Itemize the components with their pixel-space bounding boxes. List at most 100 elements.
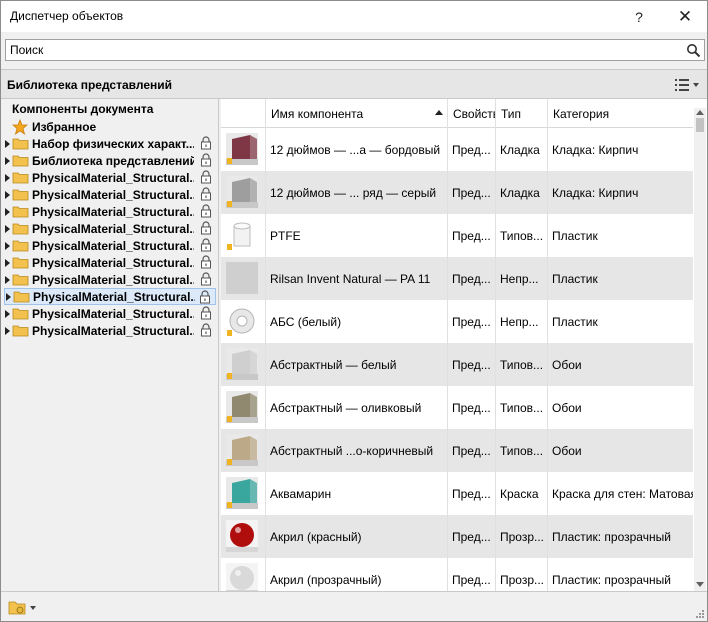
table-row[interactable]: Абстрактный — белый Пред... Типов... Обои bbox=[221, 343, 693, 386]
properties-cell: Пред... bbox=[448, 300, 496, 343]
material-thumbnail-icon bbox=[226, 262, 258, 294]
resize-grip-icon[interactable] bbox=[695, 609, 705, 619]
table-row[interactable]: 12 дюймов — ... ряд — серый Пред... Кладка… bbox=[221, 171, 693, 214]
thumbnail-cell bbox=[221, 558, 266, 591]
thumbnail-cell bbox=[221, 257, 266, 300]
library-tree: Компоненты документа Избранное Набор физ… bbox=[1, 99, 219, 591]
search-icon[interactable] bbox=[686, 43, 701, 58]
tree-item[interactable]: PhysicalMaterial_Structural... bbox=[4, 169, 216, 186]
folder-icon bbox=[12, 155, 29, 167]
expand-arrow-icon[interactable] bbox=[5, 190, 10, 199]
expand-arrow-icon[interactable] bbox=[5, 275, 10, 284]
material-thumbnail-icon bbox=[226, 305, 258, 337]
folder-icon bbox=[12, 189, 29, 201]
close-button[interactable]: ✕ bbox=[663, 1, 707, 32]
tree-root-document-components[interactable]: Компоненты документа bbox=[12, 102, 153, 116]
lock-icon bbox=[201, 221, 211, 235]
column-header-name-label: Имя компонента bbox=[271, 107, 364, 121]
expand-arrow-icon[interactable] bbox=[5, 156, 10, 165]
tree-item[interactable]: PhysicalMaterial_Structural... bbox=[4, 271, 216, 288]
column-header-properties[interactable]: Свойств bbox=[448, 99, 496, 128]
name-cell: Абстрактный ...о-коричневый bbox=[266, 429, 448, 472]
column-header-category[interactable]: Категория bbox=[548, 99, 693, 128]
scroll-up-icon[interactable] bbox=[696, 110, 704, 115]
properties-cell: Пред... bbox=[448, 171, 496, 214]
table-row[interactable]: Аквамарин Пред... Краска Краска для стен: М… bbox=[221, 472, 693, 515]
tree-item[interactable]: PhysicalMaterial_Structural... bbox=[4, 288, 216, 305]
table-row[interactable]: Rilsan Invent Natural — PA 11 Пред... Непр… bbox=[221, 257, 693, 300]
properties-cell: Пред... bbox=[448, 214, 496, 257]
tree-item[interactable]: PhysicalMaterial_Structural... bbox=[4, 305, 216, 322]
tree-item-label: PhysicalMaterial_Structural... bbox=[32, 204, 194, 219]
name-cell: Акрил (красный) bbox=[266, 515, 448, 558]
scroll-down-icon[interactable] bbox=[696, 582, 704, 587]
table-row[interactable]: Акрил (прозрачный) Пред... Прозр... Пластик… bbox=[221, 558, 693, 591]
type-cell: Краска bbox=[496, 472, 548, 515]
vertical-scrollbar[interactable] bbox=[694, 108, 706, 591]
help-button[interactable]: ? bbox=[617, 1, 661, 32]
thumbnail-cell bbox=[221, 429, 266, 472]
tree-item-label: PhysicalMaterial_Structural... bbox=[32, 255, 194, 270]
expand-arrow-icon[interactable] bbox=[5, 309, 10, 318]
material-thumbnail-icon bbox=[226, 563, 258, 591]
expand-arrow-icon[interactable] bbox=[5, 241, 10, 250]
table-row[interactable]: Абстрактный — оливковый Пред... Типов... Об… bbox=[221, 386, 693, 429]
name-cell: Абстрактный — оливковый bbox=[266, 386, 448, 429]
category-cell: Пластик bbox=[552, 314, 598, 329]
category-cell: Обои bbox=[552, 357, 582, 372]
material-thumbnail-icon bbox=[226, 391, 258, 423]
search-input[interactable] bbox=[6, 40, 676, 60]
library-options-icon[interactable] bbox=[7, 598, 37, 616]
title-bar: Диспетчер объектов ? ✕ bbox=[1, 1, 707, 32]
view-options-icon[interactable] bbox=[673, 77, 701, 93]
thumbnail-cell bbox=[221, 300, 266, 343]
scroll-thumb[interactable] bbox=[696, 118, 704, 132]
search-box bbox=[5, 39, 705, 61]
material-thumbnail-icon bbox=[226, 176, 258, 208]
folder-icon bbox=[12, 308, 29, 320]
name-cell: PTFE bbox=[266, 214, 448, 257]
tree-item[interactable]: Набор физических характ... bbox=[4, 135, 216, 152]
expand-arrow-icon[interactable] bbox=[5, 173, 10, 182]
star-icon bbox=[12, 118, 28, 135]
table-row[interactable]: 12 дюймов — ...а — бордовый Пред... Кладка… bbox=[221, 128, 693, 171]
tree-item[interactable]: Библиотека представлений bbox=[4, 152, 216, 169]
thumbnail-cell bbox=[221, 386, 266, 429]
column-header-thumbnail[interactable] bbox=[221, 99, 266, 128]
properties-cell: Пред... bbox=[448, 128, 496, 171]
tree-item-label: PhysicalMaterial_Structural... bbox=[32, 170, 194, 185]
lock-icon bbox=[201, 323, 211, 337]
expand-arrow-icon[interactable] bbox=[6, 292, 11, 301]
category-cell: Кладка: Кирпич bbox=[552, 142, 639, 157]
expand-arrow-icon[interactable] bbox=[5, 224, 10, 233]
tree-item[interactable]: PhysicalMaterial_Structural... bbox=[4, 220, 216, 237]
expand-arrow-icon[interactable] bbox=[5, 139, 10, 148]
table-row[interactable]: Акрил (красный) Пред... Прозр... Пластик: п… bbox=[221, 515, 693, 558]
material-thumbnail-icon bbox=[226, 348, 258, 380]
lock-icon bbox=[201, 136, 211, 150]
folder-icon bbox=[12, 172, 29, 184]
tree-item[interactable]: PhysicalMaterial_Structural... bbox=[4, 186, 216, 203]
expand-arrow-icon[interactable] bbox=[5, 258, 10, 267]
folder-icon bbox=[13, 291, 30, 303]
tree-item[interactable]: PhysicalMaterial_Structural... bbox=[4, 322, 216, 339]
column-header-name[interactable]: Имя компонента bbox=[266, 99, 448, 128]
table-row[interactable]: Абстрактный ...о-коричневый Пред... Типов.… bbox=[221, 429, 693, 472]
properties-cell: Пред... bbox=[448, 257, 496, 300]
expand-arrow-icon[interactable] bbox=[5, 207, 10, 216]
properties-cell: Пред... bbox=[448, 386, 496, 429]
tree-item-label: PhysicalMaterial_Structural... bbox=[32, 306, 194, 321]
column-header-type[interactable]: Тип bbox=[496, 99, 548, 128]
table-row[interactable]: АБС (белый) Пред... Непр... Пластик bbox=[221, 300, 693, 343]
tree-item-favorites[interactable]: Избранное bbox=[12, 118, 96, 135]
table-row[interactable]: PTFE Пред... Типов... Пластик bbox=[221, 214, 693, 257]
expand-arrow-icon[interactable] bbox=[5, 326, 10, 335]
type-cell: Типов... bbox=[496, 386, 548, 429]
tree-item[interactable]: PhysicalMaterial_Structural... bbox=[4, 203, 216, 220]
material-thumbnail-icon bbox=[226, 477, 258, 509]
tree-item[interactable]: PhysicalMaterial_Structural... bbox=[4, 254, 216, 271]
tree-item[interactable]: PhysicalMaterial_Structural... bbox=[4, 237, 216, 254]
lock-icon bbox=[201, 204, 211, 218]
properties-cell: Пред... bbox=[448, 343, 496, 386]
type-cell: Кладка bbox=[496, 128, 548, 171]
